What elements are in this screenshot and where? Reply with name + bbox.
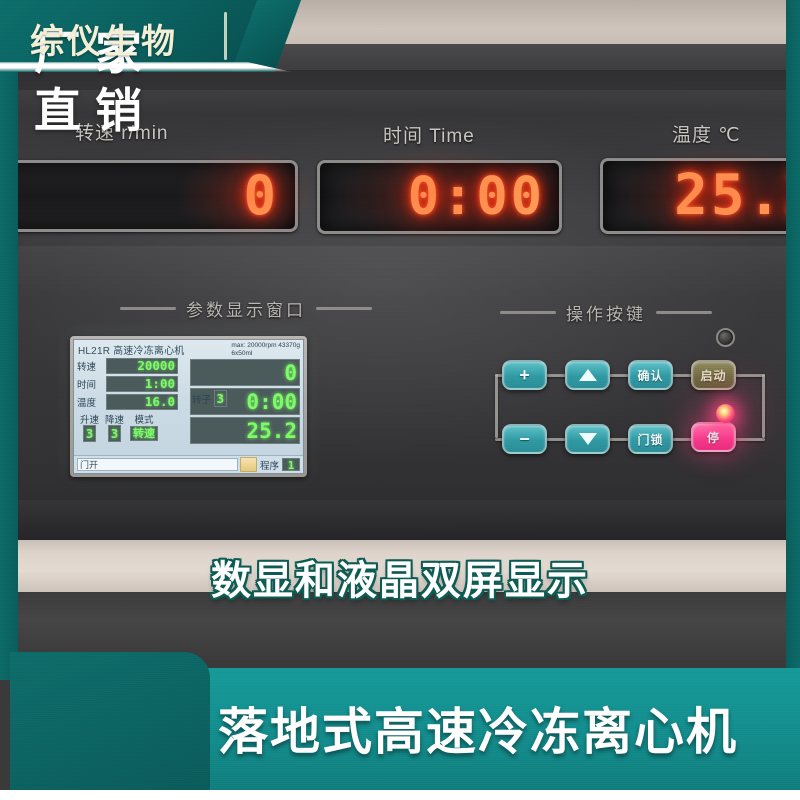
panel-sheen-mid xyxy=(0,246,800,300)
key-plus[interactable]: + xyxy=(502,360,547,390)
screenshot-root: 转速 r/min 时间 Time 温度 ℃ 0 0:00 25.2 参数显示窗口… xyxy=(0,0,800,800)
lcd-setpoints-column: 转速 20000 时间 1:00 温度 16.0 升速 3 降速 3 模式 转速 xyxy=(77,358,187,444)
led-display-time: 0:00 xyxy=(317,160,562,234)
lcd-row-temperature[interactable]: 温度 16.0 xyxy=(77,394,187,410)
key-door-lock[interactable]: 门锁 xyxy=(628,424,673,454)
label-temperature: 温度 ℃ xyxy=(672,125,741,146)
key-up[interactable] xyxy=(565,360,610,390)
mid-caption: 数显和液晶双屏显示 xyxy=(211,558,589,604)
indicator-lamp-off xyxy=(716,328,735,347)
key-start-label: 启动 xyxy=(700,368,727,383)
led-value-time: 0:00 xyxy=(407,167,545,227)
led-value-speed: 0 xyxy=(243,164,279,227)
lcd-rotor-value: 3 xyxy=(213,390,228,407)
keypad-outline-left xyxy=(495,374,498,438)
rule-left-icon-2 xyxy=(500,311,556,314)
lcd-spec-line2: 6x50ml xyxy=(231,350,253,357)
bottom-white-strip xyxy=(0,790,800,800)
lcd-screen[interactable]: HL21R 高速冷冻离心机 max: 20000rpm 43370g 6x50m… xyxy=(73,339,304,474)
led-display-speed: 0 xyxy=(0,160,298,232)
lcd-mode-label: 模式 xyxy=(134,415,154,426)
lcd-mode-value: 转速 xyxy=(130,426,159,441)
lcd-status-bar: 门开 程序 1 xyxy=(74,455,303,473)
key-door-lock-label: 门锁 xyxy=(637,432,664,447)
bottom-banner-title: 落地式高速冷冻离心机 xyxy=(218,703,738,761)
lcd-status-text: 门开 xyxy=(77,458,238,471)
key-confirm[interactable]: 确认 xyxy=(628,360,673,390)
folder-icon[interactable] xyxy=(239,457,257,472)
lcd-live-speed: 0 xyxy=(190,359,300,386)
lcd-row-speed-label: 转速 xyxy=(77,362,97,373)
lcd-accel-label: 升速 xyxy=(80,415,100,426)
lcd-bezel: HL21R 高速冷冻离心机 max: 20000rpm 43370g 6x50m… xyxy=(70,336,307,477)
lcd-spec-line1: max: 20000rpm 43370g xyxy=(231,342,300,349)
key-stop[interactable]: 停 xyxy=(691,422,736,452)
lcd-accel-group[interactable]: 升速 3 xyxy=(80,412,100,442)
lcd-row-speed[interactable]: 转速 20000 xyxy=(77,358,187,374)
lcd-row-speed-value: 20000 xyxy=(106,358,178,374)
rule-right-icon xyxy=(316,307,372,310)
minus-icon: − xyxy=(519,429,530,449)
lcd-header: HL21R 高速冷冻离心机 max: 20000rpm 43370g 6x50m… xyxy=(74,340,303,358)
label-time: 时间 Time xyxy=(383,126,475,147)
rule-right-icon-2 xyxy=(656,311,712,314)
triangle-up-icon xyxy=(578,369,597,381)
caption-operation-keys-text: 操作按键 xyxy=(566,305,646,324)
lcd-triple-row: 升速 3 降速 3 模式 转速 xyxy=(77,412,187,442)
plus-icon: + xyxy=(519,365,530,385)
lcd-body: 转速 20000 时间 1:00 温度 16.0 升速 3 降速 3 模式 转速… xyxy=(74,358,303,444)
triangle-down-icon xyxy=(578,433,597,445)
key-confirm-label: 确认 xyxy=(637,368,664,383)
lcd-program-label: 程序 xyxy=(259,460,279,472)
lcd-mode-group[interactable]: 模式 转速 xyxy=(130,412,159,441)
caption-parameter-window: 参数显示窗口 xyxy=(120,296,372,321)
panel-sheen-bottom xyxy=(0,500,800,540)
lcd-decel-label: 降速 xyxy=(105,415,125,426)
key-down[interactable] xyxy=(565,424,610,454)
rule-left-icon xyxy=(120,307,176,310)
lcd-decel-group[interactable]: 降速 3 xyxy=(105,412,125,442)
lcd-spec: max: 20000rpm 43370g 6x50ml xyxy=(231,342,300,358)
key-stop-label: 停 xyxy=(706,430,720,445)
lcd-row-time-label: 时间 xyxy=(77,380,97,391)
lcd-model-name: HL21R 高速冷冻离心机 xyxy=(78,346,185,357)
lcd-row-time-value: 1:00 xyxy=(106,376,178,392)
indicator-lamp-on xyxy=(716,404,735,423)
key-minus[interactable]: − xyxy=(502,424,547,454)
brand-logo-text: 综仪生物 xyxy=(30,22,178,62)
caption-operation-keys: 操作按键 xyxy=(500,300,712,325)
lcd-row-temperature-value: 16.0 xyxy=(106,394,178,410)
brand-logo-divider xyxy=(224,12,227,60)
lcd-accel-value: 3 xyxy=(82,425,97,442)
caption-parameter-window-text: 参数显示窗口 xyxy=(186,301,306,320)
lcd-row-time[interactable]: 时间 1:00 xyxy=(77,376,187,392)
lcd-decel-value: 3 xyxy=(107,425,122,442)
lcd-rotor-group[interactable]: 转子 3 xyxy=(192,390,228,407)
lcd-program-value[interactable]: 1 xyxy=(282,458,300,472)
lcd-rotor-label: 转子 xyxy=(192,395,212,406)
lcd-live-temperature: 25.2 xyxy=(190,417,300,444)
lcd-row-temperature-label: 温度 xyxy=(77,398,97,409)
badge-line-2: 直销 xyxy=(34,84,156,139)
key-start[interactable]: 启动 xyxy=(691,360,736,390)
led-value-temperature: 25.2 xyxy=(674,163,800,228)
led-display-temperature: 25.2 xyxy=(600,158,800,234)
keypad-outline-right xyxy=(762,374,765,438)
factory-direct-badge xyxy=(10,652,210,800)
